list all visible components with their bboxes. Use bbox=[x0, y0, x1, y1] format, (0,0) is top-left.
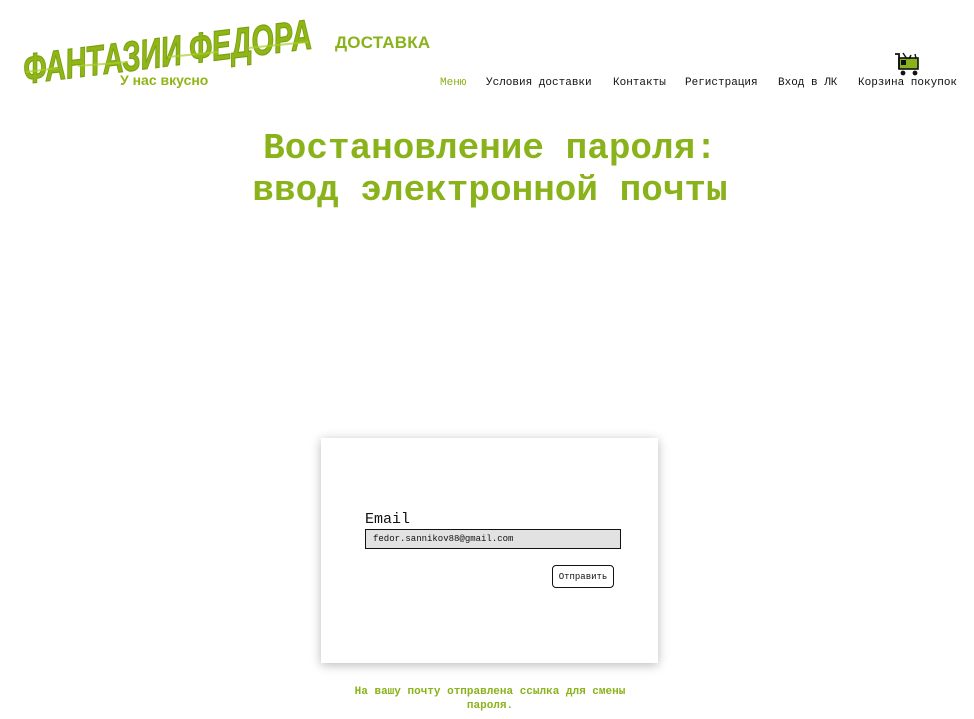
nav-item-menu[interactable]: Меню bbox=[440, 77, 466, 89]
nav-item-contacts[interactable]: Контакты bbox=[613, 77, 666, 89]
success-notice: На вашу почту отправлена ссылка для смен… bbox=[354, 686, 626, 712]
email-label: Email bbox=[365, 511, 411, 528]
nav-item-registration[interactable]: Регистрация bbox=[685, 77, 758, 89]
page-title: Востановление пароля: ввод электронной п… bbox=[0, 128, 974, 212]
delivery-label: ДОСТАВКА bbox=[335, 33, 431, 52]
site-logo[interactable]: ФАНТАЗИИ ФЕДОРА У нас вкусно bbox=[18, 2, 318, 94]
page-title-line-1: Востановление пароля: bbox=[263, 128, 717, 169]
send-button[interactable]: Отправить bbox=[552, 565, 614, 588]
password-reset-card: Email Отправить bbox=[321, 438, 658, 663]
shopping-cart-icon[interactable] bbox=[894, 52, 922, 78]
page-title-line-2: ввод электронной почты bbox=[252, 170, 728, 211]
nav-item-delivery-terms[interactable]: Условия доставки bbox=[486, 77, 592, 89]
email-field[interactable] bbox=[365, 529, 621, 549]
logo-tagline: У нас вкусно bbox=[120, 72, 209, 88]
nav-item-cart[interactable]: Корзина покупок bbox=[858, 77, 957, 89]
nav-item-login[interactable]: Вход в ЛК bbox=[778, 77, 837, 89]
